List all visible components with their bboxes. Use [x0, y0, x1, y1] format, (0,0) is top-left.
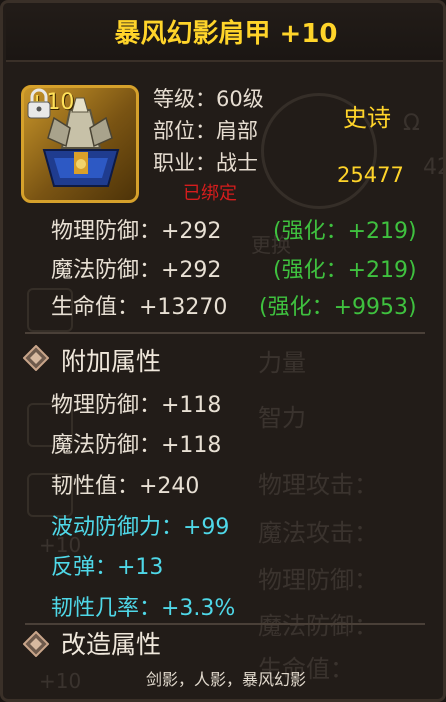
ghost-label: 物理防御： — [258, 566, 378, 594]
section-diamond-icon — [23, 345, 49, 371]
special-stat: 波动防御力：+99 — [51, 515, 230, 540]
rarity-label: 史诗 — [343, 104, 391, 132]
section-diamond-icon — [23, 631, 49, 657]
divider — [25, 332, 425, 334]
base-stat-label: 生命值：+13270 — [51, 295, 228, 320]
base-stat-bonus: (强化：+219) — [273, 219, 417, 244]
ghost-label: 42 — [423, 155, 443, 180]
base-stat-bonus: (强化：+219) — [273, 258, 417, 283]
ghost-label: 魔法攻击： — [258, 519, 378, 547]
ghost-label: Ω — [403, 111, 420, 136]
base-stat-bonus: (强化：+9953) — [259, 295, 417, 320]
special-stat: 韧性几率：+3.3% — [51, 596, 236, 621]
bonus-stat: 韧性值：+240 — [51, 474, 200, 499]
item-icon-frame: +10 — [21, 85, 139, 203]
bonus-stat: 物理防御：+118 — [51, 393, 222, 418]
item-class: 职业：战士 — [153, 151, 258, 175]
ghost-label: 物理攻击： — [258, 471, 378, 499]
reforge-section-title: 改造属性 — [61, 630, 162, 659]
ghost-label: 智力 — [258, 404, 306, 432]
base-stat-label: 魔法防御：+292 — [51, 258, 222, 283]
item-slot: 部位：肩部 — [153, 119, 258, 143]
item-score: 25477 — [337, 163, 404, 187]
bonus-stat: 魔法防御：+118 — [51, 433, 222, 458]
item-title: 暴风幻影肩甲 +10 — [6, 6, 443, 62]
bound-status: 已绑定 — [183, 183, 237, 204]
base-stat-label: 物理防御：+292 — [51, 219, 222, 244]
ghost-label: 力量 — [258, 349, 306, 377]
reforge-text: 剑影，人影，暴风幻影 — [145, 670, 306, 689]
special-stat: 反弹：+13 — [51, 555, 164, 580]
item-tooltip-panel: 力量 智力 物理攻击： 魔法攻击： 物理防御： 魔法防御： 生命值： 更换 +1… — [0, 0, 446, 702]
item-level: 等级：60级 — [153, 87, 264, 111]
lock-icon — [27, 88, 51, 119]
bonus-section-title: 附加属性 — [61, 347, 162, 376]
